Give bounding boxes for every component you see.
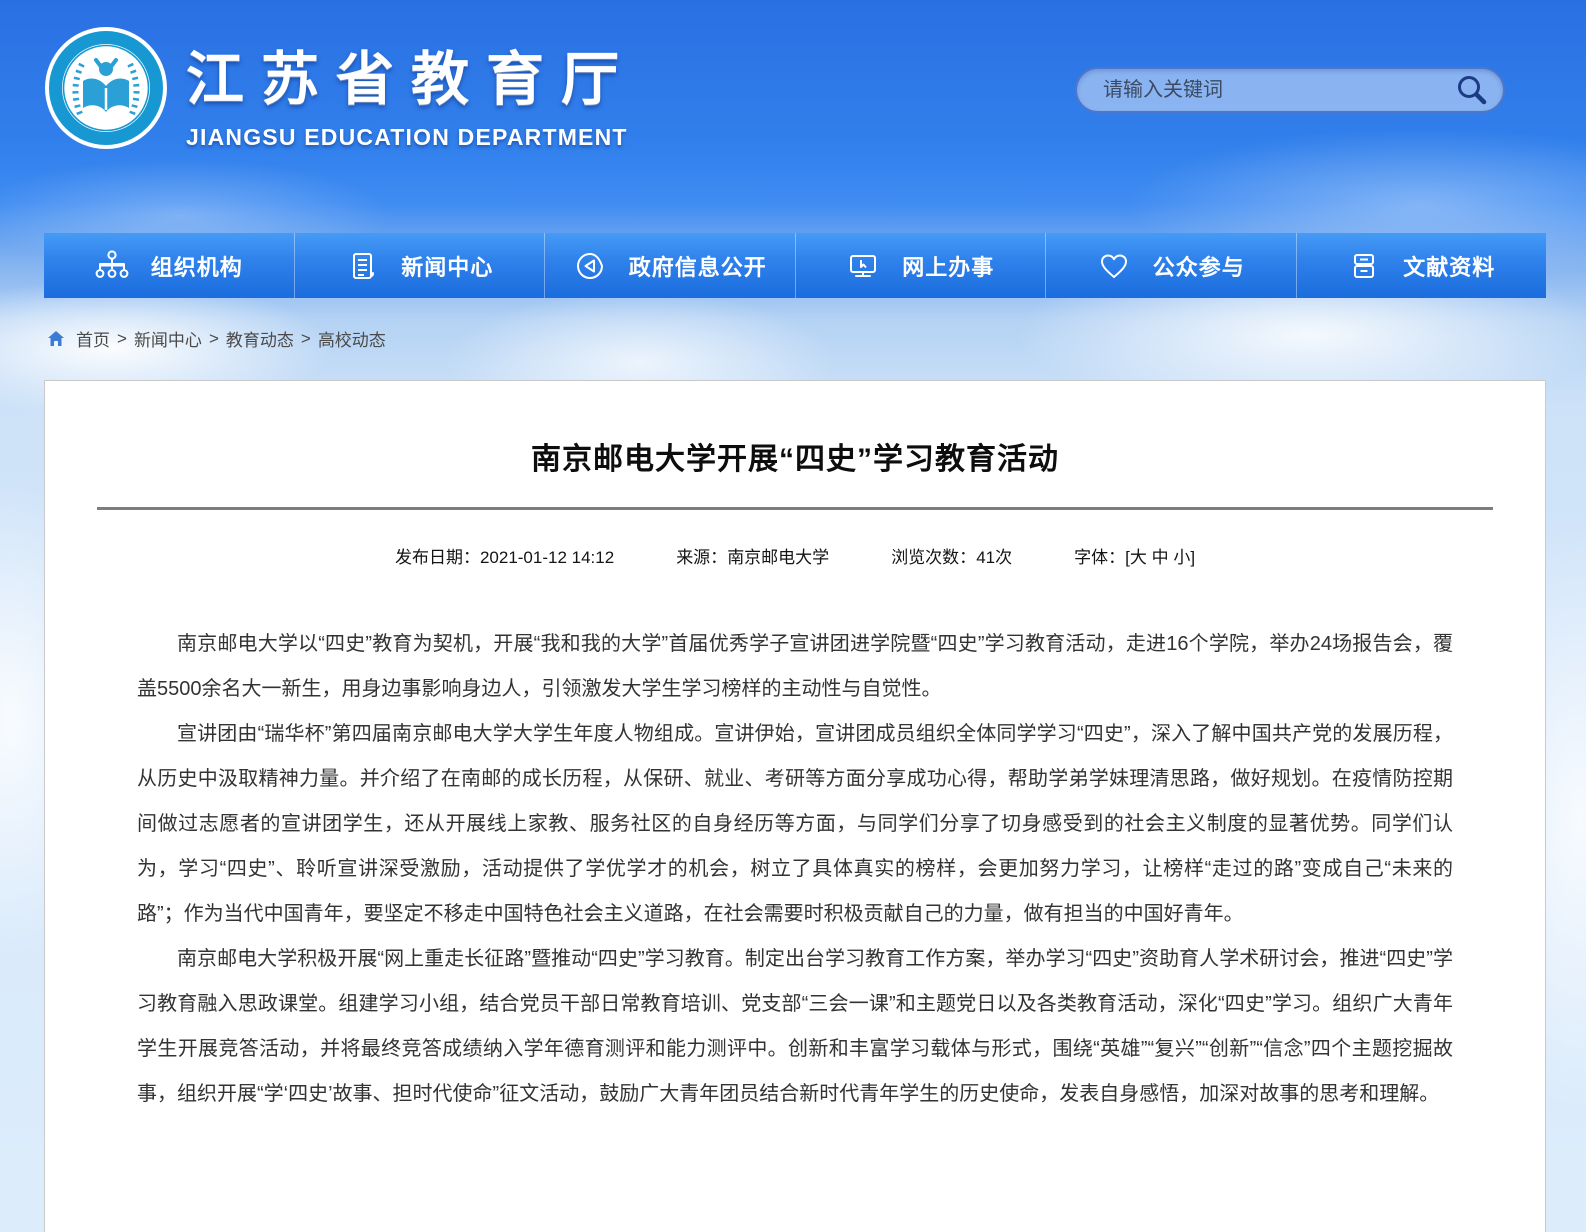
article-title: 南京邮电大学开展“四史”学习教育活动 [105,439,1485,481]
article-paragraph: 宣讲团由“瑞华杯”第四届南京邮电大学大学生年度人物组成。宣讲伊始，宣讲团成员组织… [137,712,1453,937]
nav-item-news-center[interactable]: 新闻中心 [294,233,545,298]
search-icon [1455,73,1489,107]
nav-item-organization[interactable]: 组织机构 [44,233,294,298]
article-paragraph: 南京邮电大学以“四史”教育为契机，开展“我和我的大学”首届优秀学子宣讲团进学院暨… [137,622,1453,712]
main-nav: 组织机构 新闻中心 政府信息公开 网上办事 公众参与 [44,233,1546,298]
font-size-medium-button[interactable]: 中 [1152,548,1169,567]
nav-item-documents[interactable]: 文献资料 [1296,233,1547,298]
heart-icon [1097,249,1131,283]
sitemap-icon [95,249,129,283]
views-label: 浏览次数： [891,548,976,567]
site-header: 江苏省教育厅 JIANGSU EDUCATION DEPARTMENT [0,0,1586,233]
font-size-label: 字体： [1074,548,1125,567]
article-paragraph: 南京邮电大学积极开展“网上重走长征路”暨推动“四史”学习教育。制定出台学习教育工… [137,937,1453,1117]
nav-item-public-participation[interactable]: 公众参与 [1045,233,1296,298]
nav-item-gov-info-disclosure[interactable]: 政府信息公开 [544,233,795,298]
article-panel: 南京邮电大学开展“四史”学习教育活动 发布日期：2021-01-12 14:12… [44,380,1546,1232]
site-title-block: 江苏省教育厅 JIANGSU EDUCATION DEPARTMENT [186,32,636,151]
nav-item-label: 文献资料 [1403,250,1495,282]
breadcrumb-separator: > [209,329,219,349]
jiangsu-education-emblem-icon [44,26,168,150]
source-value: 南京邮电大学 [727,548,829,567]
search-box [1075,67,1505,113]
site-name: 江苏省教育厅 [186,32,636,116]
nav-item-label: 组织机构 [151,250,243,282]
nav-item-label: 新闻中心 [401,250,493,282]
nav-item-label: 政府信息公开 [629,250,767,282]
breadcrumb: 首页 > 新闻中心 > 教育动态 > 高校动态 [46,326,386,351]
publish-date-value: 2021-01-12 14:12 [480,548,614,567]
online-services-icon [846,249,880,283]
breadcrumb-separator: > [301,329,311,349]
article-body: 南京邮电大学以“四史”教育为契机，开展“我和我的大学”首届优秀学子宣讲团进学院暨… [137,622,1453,1117]
article-meta: 发布日期：2021-01-12 14:12 来源：南京邮电大学 浏览次数：41次… [45,543,1545,568]
source-label: 来源： [676,548,727,567]
title-divider [97,507,1493,510]
font-bracket-close: ] [1190,548,1195,567]
meta-font-size-control: 字体：[大 中 小] [1074,543,1195,568]
meta-source: 来源：南京邮电大学 [676,543,829,568]
info-disclosure-icon [573,249,607,283]
home-icon [46,329,66,349]
breadcrumb-item-news-center[interactable]: 新闻中心 [134,326,202,351]
nav-item-label: 公众参与 [1153,250,1245,282]
nav-item-label: 网上办事 [902,250,994,282]
site-logo[interactable] [44,26,168,150]
breadcrumb-separator: > [117,329,127,349]
search-button[interactable] [1455,73,1489,107]
news-icon [345,249,379,283]
breadcrumb-item-current: 高校动态 [318,326,386,351]
site-name-english: JIANGSU EDUCATION DEPARTMENT [186,124,636,151]
publish-date-label: 发布日期： [395,548,480,567]
nav-item-online-services[interactable]: 网上办事 [795,233,1046,298]
archive-icon [1347,249,1381,283]
font-size-small-button[interactable]: 小 [1173,548,1190,567]
meta-publish-date: 发布日期：2021-01-12 14:12 [395,543,614,568]
views-value: 41次 [976,548,1012,567]
font-size-large-button[interactable]: 大 [1130,548,1147,567]
meta-views: 浏览次数：41次 [891,543,1012,568]
breadcrumb-item-education-news[interactable]: 教育动态 [226,326,294,351]
breadcrumb-item-home[interactable]: 首页 [76,326,110,351]
search-input[interactable] [1101,78,1455,103]
